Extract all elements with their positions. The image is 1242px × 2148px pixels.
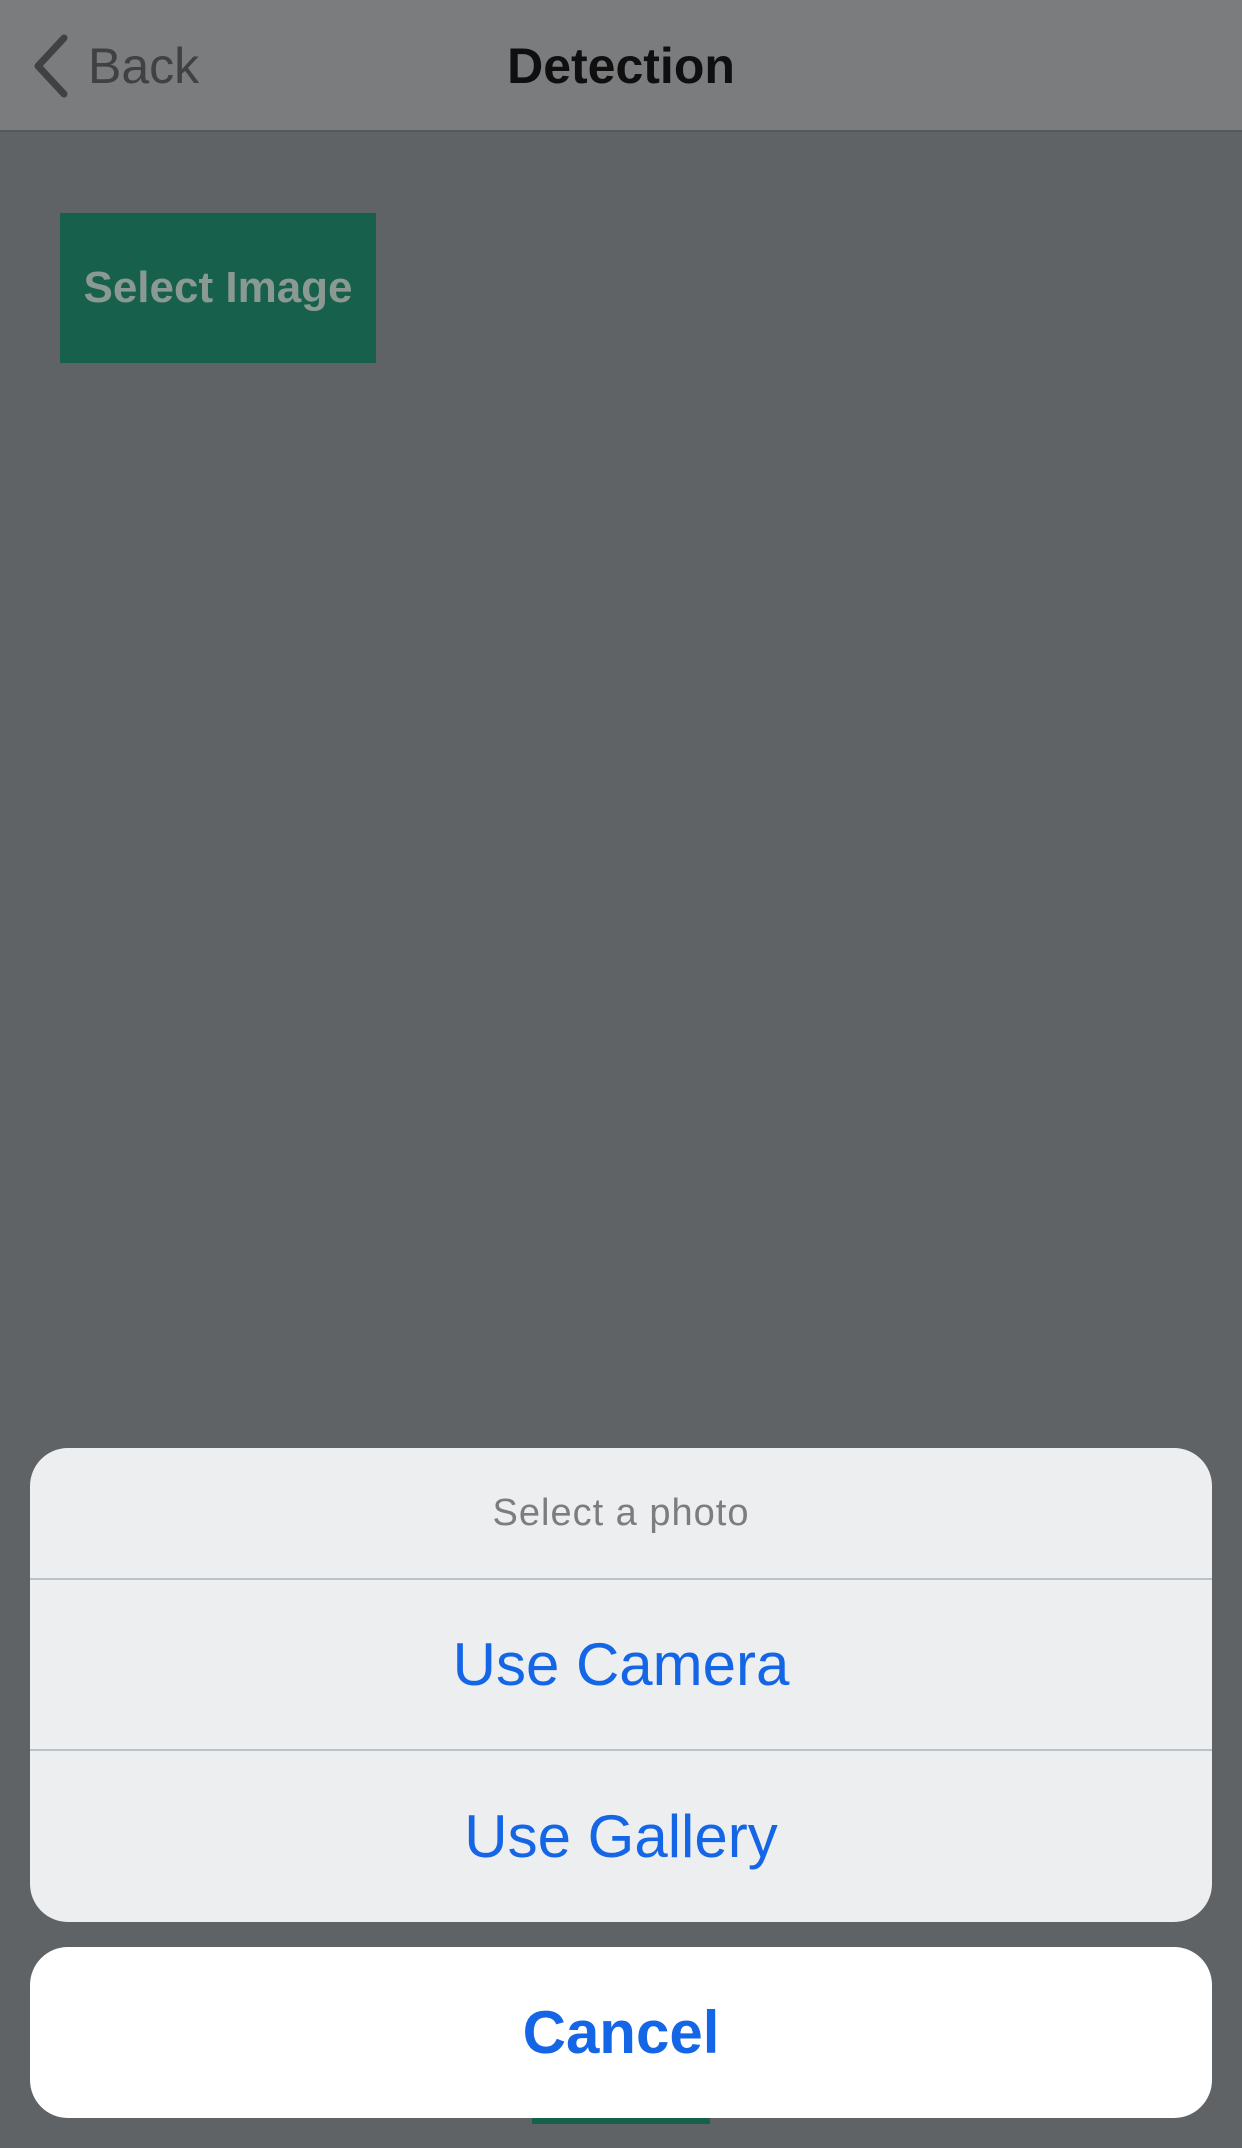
cancel-button[interactable]: Cancel xyxy=(30,1947,1212,2118)
select-image-button[interactable]: Select Image xyxy=(60,213,376,363)
page-title: Detection xyxy=(507,38,735,94)
use-gallery-option[interactable]: Use Gallery xyxy=(30,1751,1212,1922)
action-sheet: Select a photo Use Camera Use Gallery xyxy=(30,1448,1212,1922)
action-sheet-title: Select a photo xyxy=(30,1448,1212,1580)
use-camera-option[interactable]: Use Camera xyxy=(30,1580,1212,1751)
navigation-bar: Back Detection xyxy=(0,0,1242,132)
